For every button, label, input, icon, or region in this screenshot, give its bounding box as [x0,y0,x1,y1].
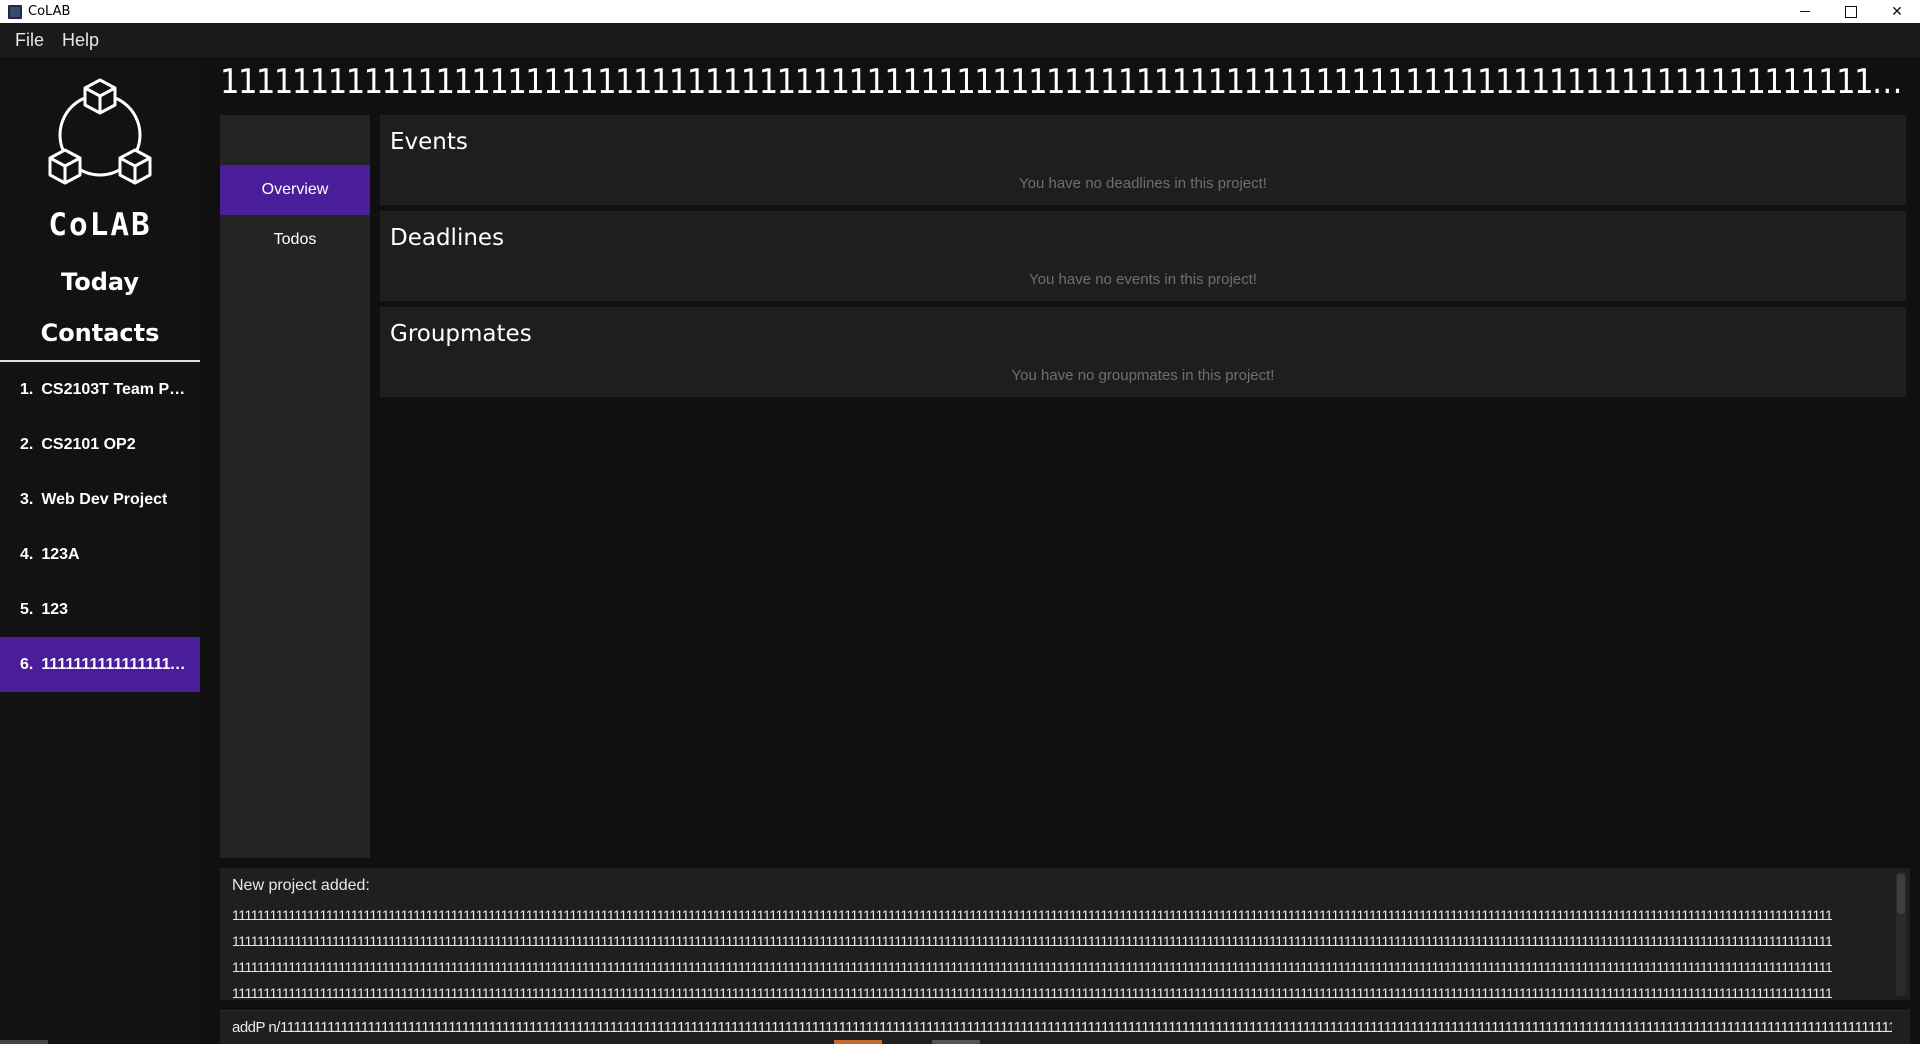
project-index: 1. [20,380,34,398]
result-line: 1111111111111111111111111111111111111111… [232,959,1833,975]
events-panel: Events You have no deadlines in this pro… [380,115,1906,205]
result-line: 1111111111111111111111111111111111111111… [232,933,1833,949]
project-name: CS2103T Team Pro... [41,380,187,398]
project-list-item[interactable]: 1. CS2103T Team Pro... [0,362,200,417]
events-title: Events [390,129,468,155]
project-name: 11111111111111111111... [41,655,186,673]
project-name: 123A [41,545,80,563]
project-index: 2. [20,435,34,453]
menu-help[interactable]: Help [53,30,108,51]
project-list-item[interactable]: 2. CS2101 OP2 [0,417,200,472]
logo-text: CoLAB [48,207,152,243]
result-display[interactable]: New project added: 111111111111111111111… [220,868,1910,1000]
deadlines-empty-message: You have no events in this project! [1029,271,1257,288]
window-controls: ✕ [1782,0,1920,23]
colab-logo: CoLAB [0,77,200,243]
menu-bar: File Help [0,23,1920,57]
project-index: 4. [20,545,34,563]
project-list: 1. CS2103T Team Pro... 2. CS2101 OP2 3. … [0,362,200,692]
deadlines-panel: Deadlines You have no events in this pro… [380,211,1906,301]
events-empty-message: You have no deadlines in this project! [1019,175,1267,192]
tab-overview[interactable]: Overview [220,165,370,215]
project-name: CS2101 OP2 [41,435,136,453]
groupmates-panel: Groupmates You have no groupmates in thi… [380,307,1906,397]
result-scroll-thumb[interactable] [1897,874,1905,914]
window-title-bar: CoLAB ✕ [0,0,1920,23]
close-button[interactable]: ✕ [1874,0,1920,23]
result-scrollbar[interactable] [1896,872,1906,996]
sidebar: CoLAB Today Contacts 1. CS2103T Team Pro… [0,57,200,1044]
nav-contacts[interactable]: Contacts [0,319,200,347]
project-name: 123 [41,600,69,618]
command-input[interactable] [232,1019,1892,1036]
result-line: 1111111111111111111111111111111111111111… [232,907,1833,923]
result-lines: 1111111111111111111111111111111111111111… [232,902,1884,1000]
project-index: 6. [20,655,34,673]
tab-todos[interactable]: Todos [220,215,370,265]
window-title: CoLAB [28,4,71,19]
taskbar-edge [932,1040,980,1044]
result-line: 1111111111111111111111111111111111111111… [232,985,1833,1000]
maximize-button[interactable] [1828,0,1874,23]
result-label: New project added: [232,877,370,894]
project-title: 1111111111111111111111111111111111111111… [220,62,1910,102]
minimize-button[interactable] [1782,0,1828,23]
project-list-item[interactable]: 3. Web Dev Project [0,472,200,527]
groupmates-title: Groupmates [390,321,532,347]
nav-today[interactable]: Today [0,268,200,296]
project-index: 3. [20,490,34,508]
app-icon [8,4,22,19]
command-box[interactable] [220,1010,1910,1044]
project-name: Web Dev Project [41,490,168,508]
menu-file[interactable]: File [6,30,53,51]
project-tabs: Overview Todos [220,115,370,858]
project-index: 5. [20,600,34,618]
project-list-item-selected[interactable]: 6. 11111111111111111111... [0,637,200,692]
taskbar-edge [0,1040,48,1044]
taskbar-edge [834,1040,882,1044]
groupmates-empty-message: You have no groupmates in this project! [1011,367,1275,384]
deadlines-title: Deadlines [390,225,505,251]
colab-logo-icon [48,78,152,185]
project-list-item[interactable]: 4. 123A [0,527,200,582]
project-list-item[interactable]: 5. 123 [0,582,200,637]
